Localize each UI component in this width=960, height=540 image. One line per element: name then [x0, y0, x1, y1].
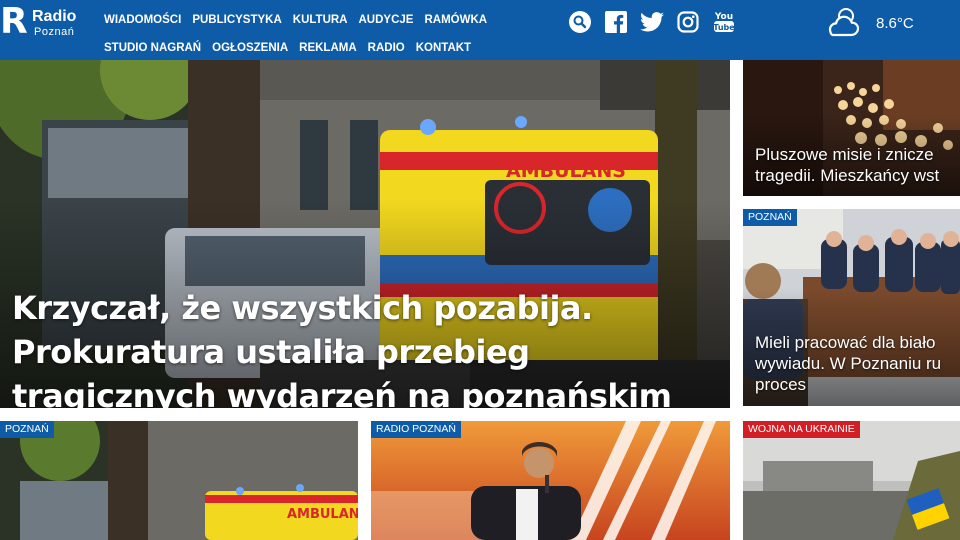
logo-name: Radio: [32, 8, 77, 25]
cloud-icon: [828, 8, 860, 37]
side-article-title-line1[interactable]: Mieli pracować dla biało: [755, 332, 935, 353]
bottom-article-tag[interactable]: POZNAŃ: [0, 421, 54, 438]
nav-item-ramowka[interactable]: RAMÓWKA: [424, 14, 487, 26]
side-article-tag[interactable]: POZNAŃ: [743, 209, 797, 226]
ambulance-label: AMBULANS: [287, 507, 358, 522]
main-navigation: WIADOMOŚCI PUBLICYSTYKA KULTURA AUDYCJE …: [104, 6, 487, 62]
nav-item-radio[interactable]: RADIO: [368, 42, 405, 54]
side-article-title-line3[interactable]: proces: [755, 374, 806, 395]
search-icon[interactable]: [568, 10, 592, 34]
nav-item-kultura[interactable]: KULTURA: [293, 14, 348, 26]
ambulance-label: AMBULANS: [506, 160, 626, 182]
twitter-icon[interactable]: [640, 10, 664, 34]
bottom-article-image: AMBULANS: [0, 421, 358, 540]
logo-letter: R: [0, 1, 28, 42]
side-article-title-line2[interactable]: tragedii. Mieszkańcy wst: [755, 165, 939, 186]
youtube-label-top: You: [714, 12, 733, 22]
facebook-icon[interactable]: [604, 10, 628, 34]
side-article-card[interactable]: POZNAŃ Mieli pracować dla biało wywiadu.…: [743, 209, 960, 406]
bottom-article-tag[interactable]: RADIO POZNAŃ: [371, 421, 461, 438]
bottom-article-image: [371, 421, 730, 540]
nav-item-audycje[interactable]: AUDYCJE: [359, 14, 414, 26]
nav-row-1: WIADOMOŚCI PUBLICYSTYKA KULTURA AUDYCJE …: [104, 6, 487, 34]
bottom-article-image: [743, 421, 960, 540]
side-article-title-line2[interactable]: wywiadu. W Poznaniu ru: [755, 353, 941, 374]
youtube-label-bottom: Tube: [713, 23, 735, 32]
bottom-article-card[interactable]: AMBULANS POZNAŃ: [0, 421, 358, 540]
nav-item-wiadomosci[interactable]: WIADOMOŚCI: [104, 14, 181, 26]
side-article-card[interactable]: Pluszowe misie i znicze tragedii. Mieszk…: [743, 60, 960, 196]
instagram-icon[interactable]: [676, 10, 700, 34]
social-links: You Tube: [568, 10, 736, 34]
temperature: 8.6°C: [876, 14, 914, 32]
logo-city: Poznań: [34, 26, 75, 38]
nav-item-studio-nagran[interactable]: STUDIO NAGRAŃ: [104, 42, 201, 54]
bottom-article-card[interactable]: RADIO POZNAŃ: [371, 421, 730, 540]
site-header: R Radio Poznań WIADOMOŚCI PUBLICYSTYKA K…: [0, 0, 960, 60]
site-logo[interactable]: R Radio Poznań: [0, 2, 92, 46]
nav-item-publicystyka[interactable]: PUBLICYSTYKA: [192, 14, 281, 26]
nav-item-kontakt[interactable]: KONTAKT: [416, 42, 471, 54]
nav-item-ogloszenia[interactable]: OGŁOSZENIA: [212, 42, 288, 54]
nav-row-2: STUDIO NAGRAŃ OGŁOSZENIA REKLAMA RADIO K…: [104, 34, 474, 62]
bottom-article-card[interactable]: WOJNA NA UKRAINIE: [743, 421, 960, 540]
nav-item-reklama[interactable]: REKLAMA: [299, 42, 357, 54]
side-article-title-line1[interactable]: Pluszowe misie i znicze: [755, 144, 934, 165]
main-article-card[interactable]: AMBULANS Krzyczał, że wszystkich pozabij…: [0, 60, 730, 408]
youtube-icon[interactable]: You Tube: [712, 10, 736, 34]
weather-widget: 8.6°C: [824, 4, 914, 42]
bottom-article-tag[interactable]: WOJNA NA UKRAINIE: [743, 421, 860, 438]
main-article-title[interactable]: Krzyczał, że wszystkich pozabija. Prokur…: [12, 286, 702, 408]
